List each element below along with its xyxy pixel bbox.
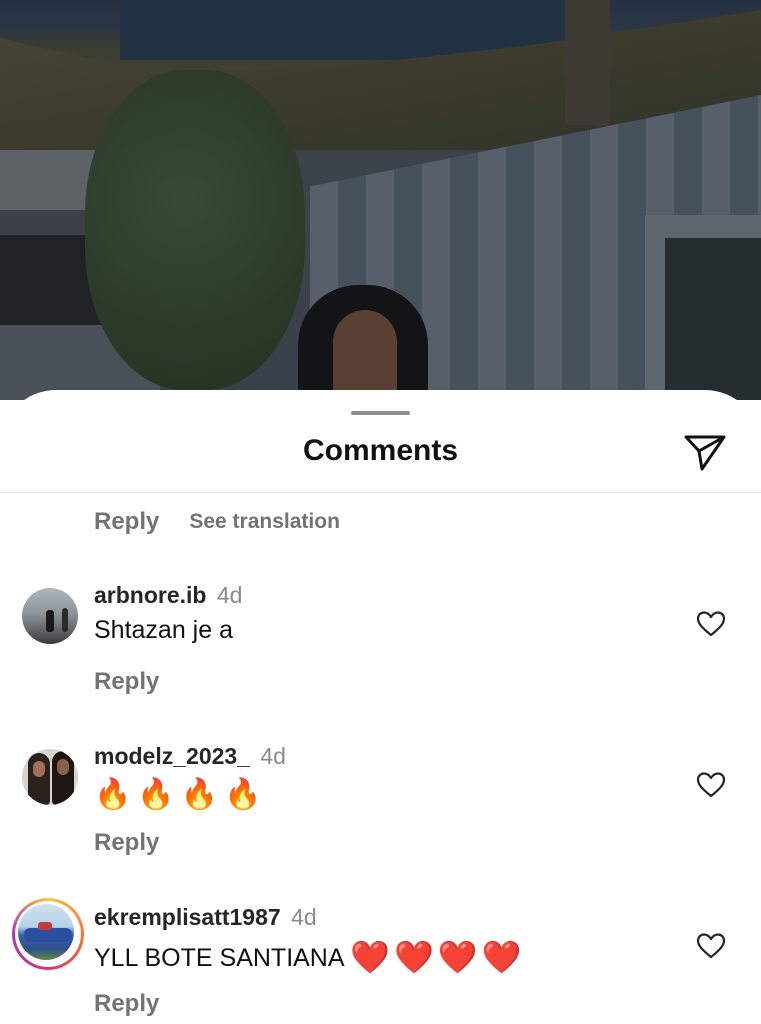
comment-item: ekremplisatt1987 4d YLL BOTE SANTIANA ❤️… xyxy=(0,898,761,1024)
comment-time: 4d xyxy=(216,582,243,608)
header-divider xyxy=(0,492,761,493)
heart-outline-icon xyxy=(696,772,726,798)
username[interactable]: ekremplisatt1987 xyxy=(94,904,281,930)
comment-item: arbnore.ib 4d Shtazan je a Reply xyxy=(0,582,761,718)
share-button[interactable] xyxy=(682,432,728,472)
heart-outline-icon xyxy=(696,933,726,959)
reply-button[interactable]: Reply xyxy=(94,668,159,696)
sheet-title: Comments xyxy=(302,434,459,467)
background-photo xyxy=(0,0,761,400)
avatar xyxy=(18,904,74,960)
username[interactable]: modelz_2023_ xyxy=(94,743,250,769)
avatar[interactable] xyxy=(22,749,78,805)
reply-button[interactable]: Reply xyxy=(94,990,159,1018)
comment-time: 4d xyxy=(291,904,317,930)
comment-time: 4d xyxy=(260,743,286,769)
paper-plane-icon xyxy=(684,435,726,471)
comment-text: YLL BOTE SANTIANA ❤️❤️❤️❤️ xyxy=(94,938,526,976)
comment-text-words: YLL BOTE SANTIANA xyxy=(94,944,344,972)
sheet-grabber[interactable] xyxy=(351,411,410,415)
see-translation-button[interactable]: See translation xyxy=(189,510,340,534)
comment-header: ekremplisatt1987 4d xyxy=(94,904,317,931)
heart-emojis: ❤️❤️❤️❤️ xyxy=(350,938,526,976)
story-ring[interactable] xyxy=(12,898,84,970)
avatar[interactable] xyxy=(22,588,78,644)
like-button[interactable] xyxy=(696,932,726,960)
reply-button[interactable]: Reply xyxy=(94,508,159,536)
like-button[interactable] xyxy=(696,610,726,638)
comment-text: 🔥🔥🔥🔥 xyxy=(94,777,268,812)
comment-header: arbnore.ib 4d xyxy=(94,582,242,609)
heart-outline-icon xyxy=(696,611,726,637)
comment-header: modelz_2023_ 4d xyxy=(94,743,286,770)
comment-text: Shtazan je a xyxy=(94,616,233,644)
username[interactable]: arbnore.ib xyxy=(94,582,206,608)
like-button[interactable] xyxy=(696,771,726,799)
comment-item: modelz_2023_ 4d 🔥🔥🔥🔥 Reply xyxy=(0,743,761,879)
reply-button[interactable]: Reply xyxy=(94,829,159,857)
comments-sheet: Comments Reply See translation arbnore.i… xyxy=(0,390,761,1024)
previous-comment-actions: Reply See translation xyxy=(94,508,340,536)
